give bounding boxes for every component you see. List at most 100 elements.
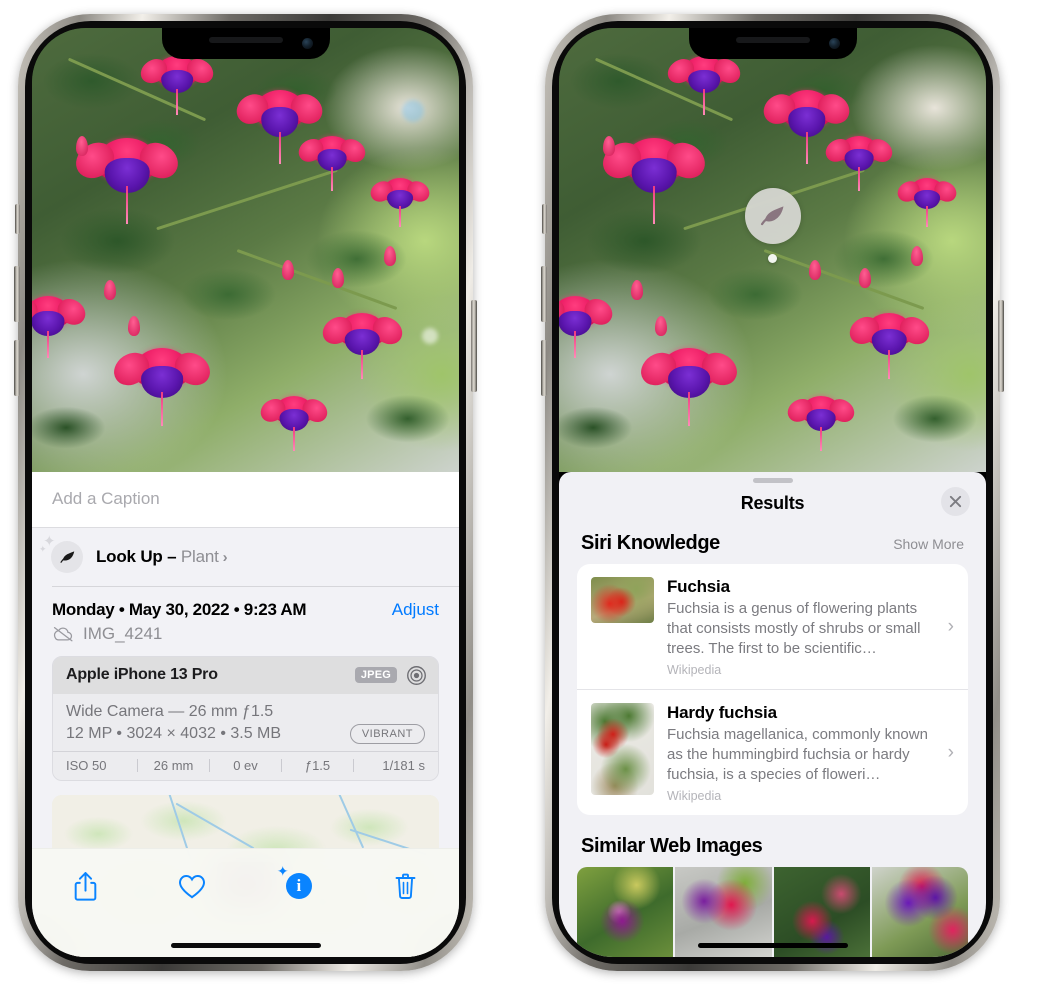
lens-info: Wide Camera — 26 mm ƒ1.5 xyxy=(66,702,274,720)
look-up-label: Look Up – Plant › xyxy=(96,547,228,567)
chevron-right-icon: › xyxy=(947,615,954,637)
flower-bud xyxy=(128,316,140,336)
leaf-icon xyxy=(744,188,801,244)
knowledge-card-source: Wikipedia xyxy=(667,789,722,803)
flower-bud xyxy=(104,280,116,300)
volume-down-button[interactable] xyxy=(541,340,547,396)
look-up-row[interactable]: ✦ ✦ Look Up – Plant › xyxy=(32,528,459,586)
earpiece-speaker xyxy=(735,37,810,43)
iphone-left: Add a Caption ✦ ✦ Look Up – Plant › Mond… xyxy=(14,14,477,971)
flower-bud xyxy=(655,316,667,336)
earpiece-speaker xyxy=(208,37,283,43)
home-indicator[interactable] xyxy=(697,943,848,948)
front-camera-icon xyxy=(828,38,840,49)
volume-up-button[interactable] xyxy=(541,266,547,322)
share-button[interactable] xyxy=(62,865,108,907)
device-name: Apple iPhone 13 Pro xyxy=(66,666,218,683)
knowledge-card-text: Hardy fuchsia Fuchsia magellanica, commo… xyxy=(667,703,954,803)
show-more-button[interactable]: Show More xyxy=(893,536,964,552)
sparkle-icon: ✦ xyxy=(276,863,289,879)
exif-focal-length: 26 mm xyxy=(153,757,194,773)
flower-bud xyxy=(332,268,344,288)
screenshot-root: Add a Caption ✦ ✦ Look Up – Plant › Mond… xyxy=(0,0,1055,985)
screen-right: Results Siri Knowledge Show More Fuchsia… xyxy=(559,28,986,957)
knowledge-card-title: Fuchsia xyxy=(667,577,730,596)
photo-date: Monday • May 30, 2022 • 9:23 AM xyxy=(52,599,307,619)
exif-exposure: 0 ev xyxy=(233,757,258,773)
look-up-subject: Plant xyxy=(180,547,219,566)
siri-knowledge-header: Siri Knowledge Show More xyxy=(559,526,986,564)
web-image-thumbnail[interactable] xyxy=(577,867,674,957)
mute-switch[interactable] xyxy=(15,204,20,234)
web-image-thumbnail[interactable] xyxy=(871,867,968,957)
image-dimensions: 12 MP • 3024 × 4032 • 3.5 MB xyxy=(66,724,282,742)
knowledge-card-thumbnail xyxy=(591,703,654,795)
similar-web-images-title: Similar Web Images xyxy=(581,835,763,857)
knowledge-card-title: Hardy fuchsia xyxy=(667,703,777,722)
exif-shutter-speed: 1/181 s xyxy=(382,757,425,773)
home-indicator[interactable] xyxy=(170,943,321,948)
metadata-dimensions-row: 12 MP • 3024 × 4032 • 3.5 MB VIBRANT xyxy=(66,723,425,744)
photo-toolbar: ✦ i xyxy=(32,848,459,957)
volume-up-button[interactable] xyxy=(14,266,20,322)
knowledge-card-text: Fuchsia Fuchsia is a genus of flowering … xyxy=(667,577,954,677)
leaf-icon xyxy=(51,541,83,573)
notch xyxy=(161,28,330,59)
exif-aperture: ƒ1.5 xyxy=(304,757,331,773)
mute-switch[interactable] xyxy=(542,204,547,234)
info-button[interactable]: ✦ i xyxy=(276,863,322,907)
flower-bud xyxy=(911,246,923,266)
cloud-slash-icon xyxy=(52,626,74,642)
photo-viewer[interactable] xyxy=(559,28,986,472)
photo-foliage xyxy=(32,28,459,472)
power-button[interactable] xyxy=(998,300,1004,392)
chevron-right-icon: › xyxy=(947,741,954,763)
caption-field[interactable]: Add a Caption xyxy=(32,472,459,528)
file-row: IMG_4241 xyxy=(32,620,459,656)
flower-bud xyxy=(384,246,396,266)
notch xyxy=(688,28,857,59)
flower-bud xyxy=(76,136,88,156)
visual-look-up-badge[interactable] xyxy=(744,188,801,263)
volume-down-button[interactable] xyxy=(14,340,20,396)
screen-left: Add a Caption ✦ ✦ Look Up – Plant › Mond… xyxy=(32,28,459,957)
siri-knowledge-cards: Fuchsia Fuchsia is a genus of flowering … xyxy=(577,564,968,815)
power-button[interactable] xyxy=(471,300,477,392)
iphone-right: Results Siri Knowledge Show More Fuchsia… xyxy=(541,14,1004,971)
photographic-style-badge: VIBRANT xyxy=(349,723,425,744)
delete-button[interactable] xyxy=(383,865,429,907)
caption-placeholder: Add a Caption xyxy=(52,489,160,508)
info-badge: i xyxy=(285,873,312,899)
flower-bud xyxy=(282,260,294,280)
date-row: Monday • May 30, 2022 • 9:23 AM Adjust xyxy=(32,587,459,620)
knowledge-card[interactable]: Hardy fuchsia Fuchsia magellanica, commo… xyxy=(577,689,968,815)
knowledge-card-description: Fuchsia magellanica, commonly known as t… xyxy=(667,726,928,783)
results-sheet: Results Siri Knowledge Show More Fuchsia… xyxy=(559,472,986,957)
file-name: IMG_4241 xyxy=(83,623,163,643)
adjust-button[interactable]: Adjust xyxy=(392,600,439,620)
aperture-icon[interactable] xyxy=(406,665,427,686)
sparkle-icon: ✦ xyxy=(39,544,47,554)
metadata-body: Wide Camera — 26 mm ƒ1.5 12 MP • 3024 × … xyxy=(53,693,438,751)
knowledge-card[interactable]: Fuchsia Fuchsia is a genus of flowering … xyxy=(577,564,968,689)
close-button[interactable] xyxy=(941,487,970,516)
chevron-right-icon: › xyxy=(222,549,228,566)
bokeh xyxy=(402,100,424,122)
bokeh xyxy=(422,328,438,344)
results-title: Results xyxy=(740,493,805,513)
metadata-header: Apple iPhone 13 Pro JPEG xyxy=(53,656,438,694)
look-up-prefix: Look Up – xyxy=(96,547,181,566)
favorite-button[interactable] xyxy=(169,865,215,907)
look-up-anchor-dot xyxy=(768,254,777,263)
siri-knowledge-title: Siri Knowledge xyxy=(581,532,720,554)
front-camera-icon xyxy=(301,38,313,49)
knowledge-card-description: Fuchsia is a genus of flowering plants t… xyxy=(667,600,921,657)
photo-info-sheet: Add a Caption ✦ ✦ Look Up – Plant › Mond… xyxy=(32,472,459,957)
format-badge: JPEG xyxy=(354,667,397,683)
camera-metadata-card[interactable]: Apple iPhone 13 Pro JPEG Wide Camera — 2… xyxy=(52,655,439,781)
knowledge-card-source: Wikipedia xyxy=(667,663,722,677)
photo-viewer[interactable] xyxy=(32,28,459,472)
look-up-icon-group: ✦ ✦ xyxy=(39,534,83,573)
flower-bud xyxy=(631,280,643,300)
flower-bud xyxy=(603,136,615,156)
